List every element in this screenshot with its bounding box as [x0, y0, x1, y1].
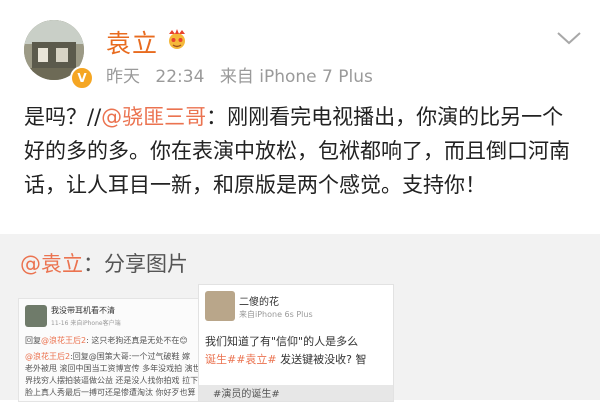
verified-badge-icon: V [70, 66, 94, 90]
thumb-time: 11-16 来自iPhone客户端 [51, 320, 121, 327]
thumb-reply-line: 回复@浪花王后2: 这只老狗还真是无处不在😊 [25, 335, 188, 346]
retweet-image-2[interactable]: 二傻的花 来自iPhone 6s Plus 我们知道了有"信仰"的人是多么 诞生… [198, 284, 394, 402]
thumb-hashtag-text: #演员的诞生# [213, 389, 280, 400]
mention-link[interactable]: @骁匪三哥 [101, 105, 206, 129]
thumb-username: 二傻的花 [239, 297, 279, 308]
thumb-reply-mention: @浪花王后2 [41, 336, 87, 345]
post-source[interactable]: 来自 iPhone 7 Plus [220, 67, 373, 87]
retweet-image-1[interactable]: 我没带耳机看不清 11-16 来自iPhone客户端 回复@浪花王后2: 这只老… [18, 298, 214, 402]
retweet-card[interactable]: @袁立：分享图片 我没带耳机看不清 11-16 来自iPhone客户端 回复@浪… [0, 234, 600, 402]
thumb-line-2: :回复@国策大哥:一个过气破鞋 嫁 [70, 352, 191, 361]
thumb-text-line: 诞生##袁立# 发送键被没收? 智 [205, 351, 367, 367]
post-lead: 是吗？// [24, 105, 102, 129]
post-time: 昨天 [106, 67, 140, 87]
thumb-text-line: 老外被甩 滚回中国当工资博宣传 多年没戏拍 演世 [25, 364, 201, 373]
thumb-avatar [205, 291, 235, 321]
username[interactable]: 袁立 [106, 24, 158, 60]
thumb-avatar [25, 305, 47, 327]
post-header: V 袁立 昨天 22:34 来自 iPhone 7 Plus [0, 0, 600, 95]
thumb-text-line: 界找穷人摆拍装逼做公益 还是没人找你拍戏 拉下 [25, 376, 199, 385]
thumb-hashtag-bar: #演员的诞生# [199, 385, 393, 401]
post-meta: 昨天 22:34 来自 iPhone 7 Plus [106, 62, 383, 87]
thumb-reply-text: : 这只老狗还真是无处不在😊 [86, 336, 188, 345]
post-text: 是吗？//@骁匪三哥：刚刚看完电视播出，你演的比另一个好的多的多。你在表演中放松… [24, 100, 584, 202]
thumb-text-line: 脸上真人秀最后一搏可还是惨遭淘汰 你好歹也算 [25, 388, 196, 397]
crown-emoji-icon [169, 29, 185, 49]
retweet-mention-link[interactable]: @袁立 [20, 252, 83, 276]
thumb-mention: @浪花王后2 [25, 352, 71, 361]
retweet-text: ：分享图片 [83, 252, 188, 276]
thumb-line-2: 发送键被没收? 智 [276, 353, 367, 366]
thumb-meta: 来自iPhone 6s Plus [239, 310, 313, 319]
chevron-down-icon[interactable] [556, 30, 582, 46]
thumb-text-line: @浪花王后2:回复@国策大哥:一个过气破鞋 嫁 [25, 351, 190, 362]
thumb-hashtag: 诞生##袁立# [205, 353, 277, 366]
post-clock: 22:34 [155, 67, 205, 87]
thumb-text-line: 我们知道了有"信仰"的人是多么 [205, 335, 359, 348]
thumb-reply-prefix: 回复 [25, 336, 41, 345]
thumb-username: 我没带耳机看不清 [51, 306, 115, 315]
retweet-header: @袁立：分享图片 [20, 248, 188, 278]
